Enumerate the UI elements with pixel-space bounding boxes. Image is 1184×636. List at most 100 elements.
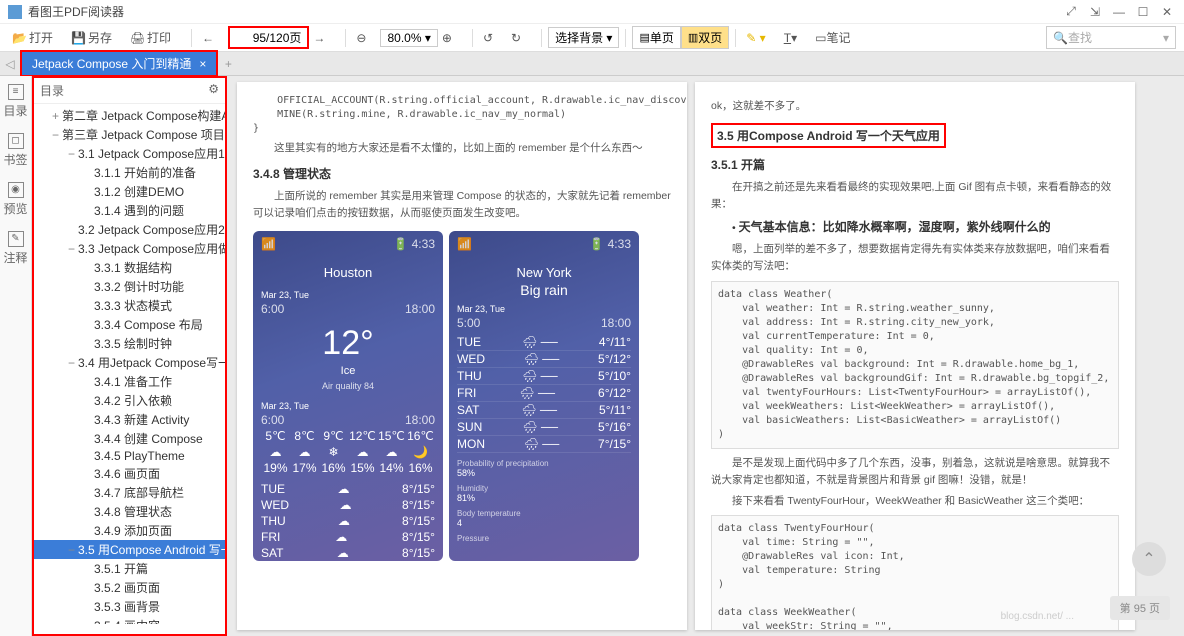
outline-item[interactable]: +第二章 Jetpack Compose构建Andro (34, 106, 225, 125)
zoom-in-button[interactable]: ⊕ (438, 29, 456, 47)
page-badge: 第 95 页 (1110, 596, 1170, 620)
outline-sidebar: 目录 ⚙ +第二章 Jetpack Compose构建Andro−第三章 Jetp… (32, 76, 227, 636)
paragraph: 嗯，上面列举的差不多了，想要数据肯定得先有实体类来存放数据吧，咱们来看看实体类的… (711, 241, 1119, 275)
heading: 3.4.8 管理状态 (253, 165, 671, 182)
open-button[interactable]: 📂打开 (8, 27, 57, 48)
outline-item[interactable]: −3.3 Jetpack Compose应用做一个 (34, 239, 225, 258)
page-left: OFFICIAL_ACCOUNT(R.string.official_accou… (237, 82, 687, 630)
scroll-top-button[interactable]: ⌃ (1132, 542, 1166, 576)
watermark: blog.csdn.net/ ... (1001, 611, 1074, 622)
outline-item[interactable]: −3.4 用Jetpack Compose写一个玩 (34, 353, 225, 372)
note-icon: ✎ (8, 231, 24, 247)
print-button[interactable]: 🖨打印 (126, 27, 175, 48)
outline-item[interactable]: −3.5 用Compose Android 写一个 (34, 540, 225, 559)
heading: 3.5 用Compose Android 写一个天气应用 (711, 123, 946, 148)
outline-item[interactable]: 3.1.4 遇到的问题 (34, 201, 225, 220)
folder-icon: 📂 (12, 31, 26, 45)
add-tab-button[interactable]: + (218, 57, 238, 71)
separator (345, 29, 346, 47)
page-input-box[interactable]: /120页 (228, 26, 309, 49)
paragraph: 接下来看看 TwentyFourHour，WeekWeather 和 Basic… (711, 493, 1119, 510)
outline-item[interactable]: 3.1.1 开始前的准备 (34, 163, 225, 182)
save-icon: 💾 (71, 31, 85, 45)
list-icon: ≡ (8, 84, 24, 100)
app-title: 看图王PDF阅读器 (28, 3, 1056, 20)
document-view[interactable]: OFFICIAL_ACCOUNT(R.string.official_accou… (227, 76, 1184, 636)
win-fullscreen-icon[interactable]: ⇲ (1086, 3, 1104, 21)
outline-item[interactable]: 3.4.2 引入依赖 (34, 391, 225, 410)
toc-panel-button[interactable]: ≡目录 (4, 84, 28, 119)
outline-item[interactable]: 3.3.1 数据结构 (34, 258, 225, 277)
outline-item[interactable]: 3.5.3 画背景 (34, 597, 225, 616)
outline-item[interactable]: 3.3.4 Compose 布局 (34, 315, 225, 334)
next-page-button[interactable]: → (309, 29, 329, 47)
outline-tree: +第二章 Jetpack Compose构建Andro−第三章 Jetpack … (34, 104, 225, 624)
highlight-button[interactable]: ✎ ▾ (742, 29, 769, 47)
maximize-button[interactable]: ☐ (1134, 3, 1152, 21)
separator (472, 29, 473, 47)
outline-item[interactable]: 3.4.5 PlayTheme (34, 448, 225, 464)
tab-close-button[interactable]: × (199, 57, 206, 71)
close-button[interactable]: ✕ (1158, 3, 1176, 21)
outline-item[interactable]: 3.4.9 添加页面 (34, 521, 225, 540)
rotate-left-button[interactable]: ↺ (479, 29, 497, 47)
paragraph: 在开搞之前还是先来看看最终的实现效果吧,上面 Gif 图有点卡顿，来看看静态的效… (711, 179, 1119, 213)
text-tool-button[interactable]: T ▾ (780, 29, 801, 47)
bookmark-panel-button[interactable]: ◻书签 (4, 133, 28, 168)
search-input[interactable]: 🔍 查找▾ (1046, 26, 1176, 49)
outline-item[interactable]: 3.5.1 开篇 (34, 559, 225, 578)
outline-item[interactable]: 3.5.4 画内容 (34, 616, 225, 624)
outline-item[interactable]: 3.1.2 创建DEMO (34, 182, 225, 201)
prev-page-button[interactable]: ← (198, 29, 218, 47)
separator (735, 29, 736, 47)
weather-mock-newyork: 📶🔋 4:33 New York Big rain Mar 23, Tue 5:… (449, 231, 639, 561)
zoom-select[interactable]: 80.0% ▾ (380, 29, 437, 47)
code-block: OFFICIAL_ACCOUNT(R.string.official_accou… (253, 94, 671, 136)
heading: 3.5.1 开篇 (711, 156, 1119, 173)
background-select[interactable]: 选择背景 ▾ (548, 27, 619, 48)
separator (625, 29, 626, 47)
outline-item[interactable]: 3.3.3 状态模式 (34, 296, 225, 315)
outline-item[interactable]: −第三章 Jetpack Compose 项目实战 (34, 125, 225, 144)
outline-item[interactable]: 3.4.6 画页面 (34, 464, 225, 483)
caret-down-icon: ▾ (606, 31, 612, 45)
win-expand-icon[interactable]: ⤢ (1062, 3, 1080, 21)
outline-item[interactable]: 3.3.5 绘制时钟 (34, 334, 225, 353)
paragraph: 上面所说的 remember 其实是用来管理 Compose 的状态的，大家就先… (253, 188, 671, 222)
outline-item[interactable]: 3.4.1 准备工作 (34, 372, 225, 391)
separator (191, 29, 192, 47)
gear-icon[interactable]: ⚙ (208, 82, 219, 99)
zoom-out-button[interactable]: ⊖ (352, 29, 370, 47)
outline-item[interactable]: 3.5.2 画页面 (34, 578, 225, 597)
annotation-panel-button[interactable]: ✎注释 (4, 231, 28, 266)
save-as-button[interactable]: 💾另存 (67, 27, 116, 48)
outline-item[interactable]: 3.4.8 管理状态 (34, 502, 225, 521)
page-current-input[interactable] (236, 31, 266, 45)
hourly-section: Mar 23, Tue 6:0018:00 5℃8℃9℃12℃15℃16℃ ☁☁… (261, 401, 435, 475)
outline-item[interactable]: 3.4.7 底部导航栏 (34, 483, 225, 502)
page-total: /120页 (266, 29, 301, 46)
document-tab[interactable]: Jetpack Compose 入门到精通 × (20, 50, 218, 77)
page-right: ok，这就差不多了。 3.5 用Compose Android 写一个天气应用 … (695, 82, 1135, 630)
bookmark-icon: ◻ (8, 133, 24, 149)
preview-panel-button[interactable]: ◉预览 (4, 182, 28, 217)
tab-label: Jetpack Compose 入门到精通 (32, 55, 191, 72)
tab-prev-button[interactable]: ◁ (0, 57, 20, 71)
paragraph: 这里其实有的地方大家还是看不太懂的，比如上面的 remember 是个什么东西～ (253, 140, 671, 157)
outline-item[interactable]: 3.3.2 倒计时功能 (34, 277, 225, 296)
rotate-right-button[interactable]: ↻ (507, 29, 525, 47)
minimize-button[interactable]: — (1110, 3, 1128, 21)
caret-down-icon: ▾ (425, 31, 431, 45)
outline-item[interactable]: 3.2 Jetpack Compose应用2 (34, 220, 225, 239)
paragraph: 是不是发现上面代码中多了几个东西，没事，别着急，这就说是啥意思。就算我不说大家肯… (711, 455, 1119, 489)
code-block: data class Weather( val weather: Int = R… (718, 288, 1112, 442)
note-button[interactable]: ▭ 笔记 (811, 27, 854, 48)
sidebar-title: 目录 (40, 82, 64, 99)
single-page-button[interactable]: ▤ 单页 (632, 26, 680, 49)
caret-down-icon: ▾ (1163, 31, 1169, 45)
outline-item[interactable]: 3.4.4 创建 Compose (34, 429, 225, 448)
outline-item[interactable]: 3.4.3 新建 Activity (34, 410, 225, 429)
eye-icon: ◉ (8, 182, 24, 198)
outline-item[interactable]: −3.1 Jetpack Compose应用1 (34, 144, 225, 163)
double-page-button[interactable]: ▥ 双页 (681, 26, 729, 49)
